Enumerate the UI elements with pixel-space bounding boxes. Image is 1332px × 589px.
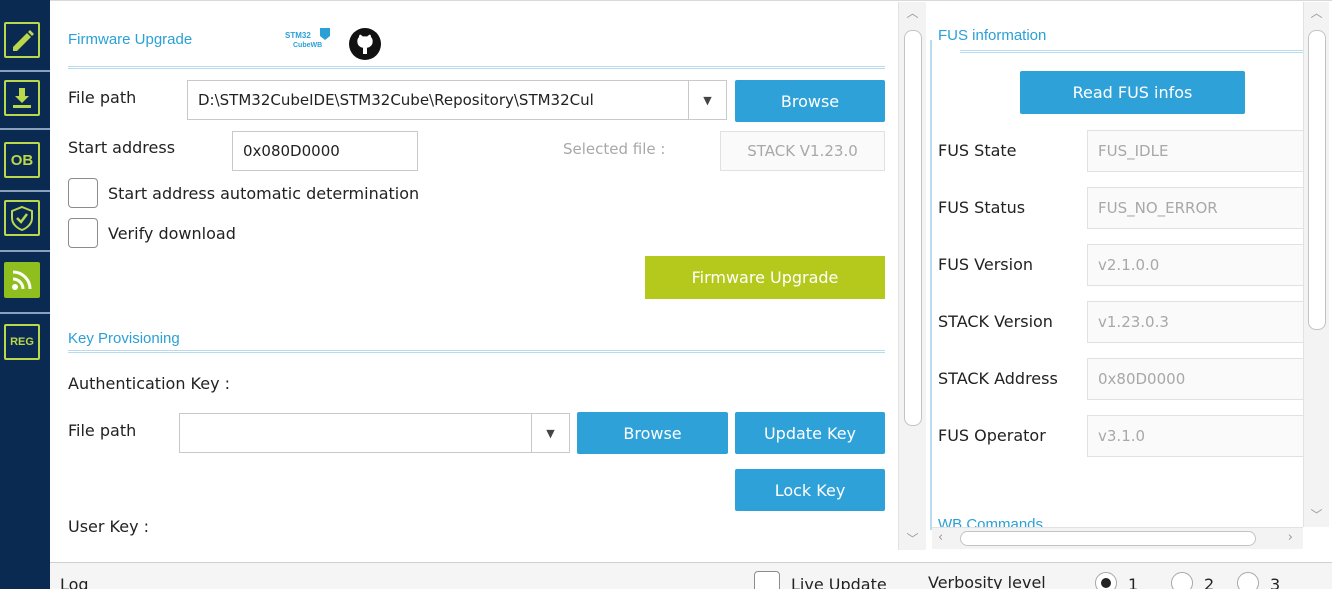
verbosity-option-2: 2 <box>1204 575 1215 589</box>
wb-commands-title: WB Commands <box>938 518 1044 527</box>
stack-version-label: STACK Version <box>938 312 1053 331</box>
key-provisioning-title: Key Provisioning <box>68 330 180 347</box>
github-icon[interactable] <box>347 26 383 62</box>
key-file-path-dropdown[interactable]: ▼ <box>179 413 570 453</box>
firmware-upgrade-title: Firmware Upgrade <box>68 31 193 48</box>
option-bytes-label: OB <box>10 151 34 169</box>
stm32cubewb-logo: STM32 CubeWB <box>284 26 332 52</box>
right-panel-horizontal-scrollbar[interactable]: ‹ › <box>932 527 1303 549</box>
shield-icon[interactable] <box>4 200 40 236</box>
left-panel-scrollbar[interactable]: ︿ ﹀ <box>898 2 926 550</box>
start-address-input[interactable]: 0x080D0000 <box>232 131 418 171</box>
registers-label: REG <box>10 336 34 348</box>
chevron-up-icon[interactable]: ︿ <box>899 4 926 21</box>
selected-file-value: STACK V1.23.0 <box>720 131 885 171</box>
update-key-button[interactable]: Update Key <box>735 412 885 454</box>
chevron-left-icon[interactable]: ‹ <box>938 530 943 545</box>
stack-address-value: 0x80D0000 <box>1087 358 1305 400</box>
firmware-file-path-dropdown[interactable]: D:\STM32CubeIDE\STM32Cube\Repository\STM… <box>187 80 727 120</box>
verify-download-label: Verify download <box>108 224 236 243</box>
chevron-down-icon[interactable]: ﹀ <box>1304 506 1329 523</box>
auto-determination-checkbox[interactable] <box>68 178 98 208</box>
authentication-key-label: Authentication Key : <box>68 374 231 393</box>
start-address-label: Start address <box>68 138 176 157</box>
fus-version-label: FUS Version <box>938 255 1033 274</box>
chevron-down-icon[interactable]: ﹀ <box>899 530 926 547</box>
fus-information-title: FUS information <box>938 27 1047 44</box>
fus-panel-border <box>930 40 932 530</box>
log-title: Log <box>60 575 89 589</box>
svg-text:STM32: STM32 <box>285 31 311 40</box>
key-browse-button[interactable]: Browse <box>577 412 728 454</box>
firmware-browse-button[interactable]: Browse <box>735 80 885 122</box>
chevron-right-icon[interactable]: › <box>1288 530 1293 545</box>
chevron-down-icon[interactable]: ▼ <box>531 414 569 452</box>
chevron-up-icon[interactable]: ︿ <box>1304 4 1329 21</box>
user-key-label: User Key : <box>68 517 150 536</box>
wb-commands-title-clip: WB Commands <box>938 518 1078 527</box>
verbosity-radio-1[interactable] <box>1095 572 1117 589</box>
firmware-upgrade-button[interactable]: Firmware Upgrade <box>645 256 885 299</box>
right-panel-vertical-scrollbar[interactable]: ︿ ﹀ <box>1303 2 1329 527</box>
stack-version-value: v1.23.0.3 <box>1087 301 1305 343</box>
chevron-down-icon[interactable]: ▼ <box>688 81 726 119</box>
file-path-label: File path <box>68 88 137 107</box>
auto-determination-label: Start address automatic determination <box>108 184 420 203</box>
read-fus-infos-button[interactable]: Read FUS infos <box>1020 71 1245 114</box>
verbosity-option-3: 3 <box>1270 575 1281 589</box>
option-bytes-icon[interactable]: OB <box>4 142 40 178</box>
section-divider <box>68 350 885 353</box>
download-icon[interactable] <box>4 80 40 116</box>
verify-download-checkbox[interactable] <box>68 218 98 248</box>
registers-icon[interactable]: REG <box>4 324 40 360</box>
section-divider <box>68 66 885 69</box>
scrollbar-thumb[interactable] <box>960 531 1256 546</box>
verbosity-radio-2[interactable] <box>1171 572 1193 589</box>
fus-operator-value: v3.1.0 <box>1087 415 1305 457</box>
live-update-label: Live Update <box>791 575 887 589</box>
fus-status-label: FUS Status <box>938 198 1026 217</box>
fus-state-label: FUS State <box>938 141 1017 160</box>
wireless-icon[interactable] <box>4 262 40 298</box>
fus-status-value: FUS_NO_ERROR <box>1087 187 1305 229</box>
edit-icon[interactable] <box>4 22 40 58</box>
stack-address-label: STACK Address <box>938 369 1058 388</box>
scrollbar-thumb[interactable] <box>904 30 922 426</box>
verbosity-radio-3[interactable] <box>1237 572 1259 589</box>
firmware-file-path-value: D:\STM32CubeIDE\STM32Cube\Repository\STM… <box>198 91 594 109</box>
key-file-path-label: File path <box>68 421 137 440</box>
fus-version-value: v2.1.0.0 <box>1087 244 1305 286</box>
scrollbar-thumb[interactable] <box>1308 30 1326 330</box>
log-bar: Log Live Update Verbosity level 1 2 3 <box>50 562 1332 589</box>
verbosity-level-label: Verbosity level <box>928 573 1046 589</box>
sidebar: OB REG <box>0 0 50 589</box>
fus-operator-label: FUS Operator <box>938 426 1046 445</box>
fus-state-value: FUS_IDLE <box>1087 130 1305 172</box>
svg-text:CubeWB: CubeWB <box>293 42 322 49</box>
verbosity-option-1: 1 <box>1128 575 1139 589</box>
lock-key-button[interactable]: Lock Key <box>735 469 885 511</box>
live-update-checkbox[interactable] <box>754 571 780 589</box>
selected-file-label: Selected file : <box>563 140 666 158</box>
section-divider <box>960 50 1305 53</box>
